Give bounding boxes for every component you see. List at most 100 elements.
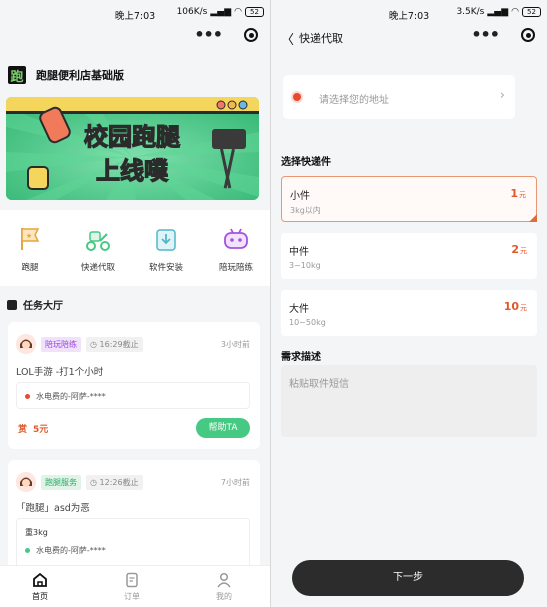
section-title-description: 需求描述 bbox=[281, 352, 321, 363]
banner-title-line2: 上线噗 bbox=[96, 157, 169, 185]
task-card[interactable]: 跑腿服务 ◷ 12:26截止 7小时前 「跑腿」asd为恶 重3kg 水电费的-… bbox=[8, 460, 260, 580]
scooter-icon bbox=[68, 226, 128, 252]
section-title-parcel-type: 选择快递件 bbox=[281, 157, 331, 168]
help-ta-button[interactable]: 帮助TA bbox=[196, 418, 250, 438]
next-step-button[interactable]: 下一步 bbox=[292, 560, 524, 596]
avatar bbox=[16, 472, 36, 492]
more-icon[interactable]: ••• bbox=[471, 27, 500, 43]
task-time-ago: 3小时前 bbox=[220, 340, 250, 349]
option-name: 大件 bbox=[289, 304, 309, 315]
express-pickup-screen: 晚上7:03 3.5K/s ▂▄▆ ◠ 52 〈 快递代取 ••• 请选择您的地… bbox=[271, 0, 547, 607]
home-screen: 晚上7:03 106K/s ▂▄▆ ◠ 52 ••• 跑 跑腿便利店基础版 校园… bbox=[0, 0, 270, 607]
close-target-icon[interactable] bbox=[521, 28, 535, 42]
option-price-value: 1 bbox=[510, 187, 518, 200]
option-price: 10元 bbox=[504, 300, 527, 313]
close-target-icon[interactable] bbox=[244, 28, 258, 42]
option-name: 小件 bbox=[290, 191, 310, 202]
tab-home[interactable]: 首页 bbox=[10, 572, 70, 602]
back-arrow-icon[interactable]: 〈 bbox=[281, 29, 294, 48]
option-price-unit: 元 bbox=[519, 191, 526, 199]
tab-label: 订单 bbox=[124, 592, 140, 601]
task-time-ago: 7小时前 bbox=[220, 478, 250, 487]
brand-logo: 跑 bbox=[8, 66, 26, 85]
brand-name: 跑腿便利店基础版 bbox=[36, 69, 124, 82]
more-icon[interactable]: ••• bbox=[194, 27, 223, 43]
quick-action-gaming[interactable]: 陪玩陪练 bbox=[206, 226, 266, 273]
task-reward: 赏 5元 bbox=[18, 422, 48, 435]
net-speed: 106K/s bbox=[176, 7, 208, 17]
svg-text:★: ★ bbox=[26, 232, 32, 240]
deadline-text: 16:29截止 bbox=[99, 339, 139, 349]
quick-action-install[interactable]: 软件安装 bbox=[136, 226, 196, 273]
battery-icon: 52 bbox=[522, 7, 541, 17]
option-price-unit: 元 bbox=[520, 247, 527, 255]
page-title: 快递代取 bbox=[299, 32, 343, 45]
option-name: 中件 bbox=[289, 247, 309, 258]
pickup-dot-icon bbox=[25, 394, 30, 399]
status-indicators: 3.5K/s ▂▄▆ ◠ 52 bbox=[456, 7, 541, 17]
task-title: 「跑腿」asd为恶 bbox=[16, 503, 90, 514]
task-category-tag: 跑腿服务 bbox=[41, 474, 81, 490]
parcel-option-small[interactable]: 小件 3kg以内 1元 bbox=[281, 176, 537, 222]
tab-orders[interactable]: 订单 bbox=[102, 572, 162, 602]
download-icon bbox=[136, 226, 196, 252]
option-price: 2元 bbox=[511, 243, 527, 256]
option-price-value: 2 bbox=[511, 243, 519, 256]
option-desc: 3kg以内 bbox=[290, 206, 321, 215]
task-address-row: 水电费的-阿萨-**** bbox=[25, 545, 106, 556]
quick-action-label: 软件安装 bbox=[148, 263, 183, 273]
brand-header: 跑 跑腿便利店基础版 bbox=[8, 66, 124, 85]
wifi-icon: ◠ bbox=[234, 7, 242, 17]
task-hall-title: 任务大厅 bbox=[23, 301, 63, 312]
task-address: 水电费的-阿萨-**** bbox=[36, 392, 106, 401]
task-weight: 重3kg bbox=[25, 528, 48, 537]
task-address-row: 水电费的-阿萨-**** bbox=[25, 391, 106, 402]
reward-amount: 5元 bbox=[33, 425, 49, 435]
status-indicators: 106K/s ▂▄▆ ◠ 52 bbox=[177, 7, 264, 17]
signal-icon: ▂▄▆ bbox=[210, 7, 232, 17]
promo-banner[interactable]: 校园跑腿 上线噗 bbox=[6, 97, 259, 200]
flag-icon: ★ bbox=[0, 226, 60, 252]
bottom-tabbar: 首页 订单 我的 bbox=[0, 565, 270, 607]
address-selector[interactable]: 请选择您的地址 › bbox=[283, 75, 515, 119]
option-price-unit: 元 bbox=[520, 304, 527, 312]
location-dot-icon bbox=[293, 93, 301, 101]
task-card-header: 陪玩陪练 ◷ 16:29截止 bbox=[16, 334, 143, 354]
reward-prefix: 赏 bbox=[18, 425, 28, 435]
quick-action-errand[interactable]: ★ 跑腿 bbox=[0, 226, 60, 273]
task-address: 水电费的-阿萨-**** bbox=[36, 546, 106, 555]
order-icon bbox=[102, 572, 162, 588]
task-card[interactable]: 陪玩陪练 ◷ 16:29截止 3小时前 LOL手游 -打1个小时 水电费的-阿萨… bbox=[8, 322, 260, 449]
net-speed: 3.5K/s bbox=[456, 7, 485, 17]
miniprogram-capsule: ••• bbox=[194, 27, 258, 43]
sms-description-textarea[interactable]: 粘贴取件短信 bbox=[281, 365, 537, 437]
banner-title-line1: 校园跑腿 bbox=[84, 123, 180, 151]
banner-illustration: 校园跑腿 上线噗 bbox=[6, 97, 259, 200]
option-desc: 10~50kg bbox=[289, 318, 326, 327]
option-desc: 3~10kg bbox=[289, 261, 321, 270]
quick-action-express[interactable]: 快递代取 bbox=[68, 226, 128, 273]
parcel-option-medium[interactable]: 中件 3~10kg 2元 bbox=[281, 233, 537, 279]
tab-label: 我的 bbox=[216, 592, 232, 601]
deadline-tag: ◷ 12:26截止 bbox=[86, 474, 143, 490]
quick-action-label: 快递代取 bbox=[80, 263, 115, 273]
list-icon bbox=[7, 299, 17, 310]
status-bar: 晚上7:03 3.5K/s ▂▄▆ ◠ 52 bbox=[271, 0, 547, 24]
option-price-value: 10 bbox=[503, 300, 519, 313]
signal-icon: ▂▄▆ bbox=[487, 7, 509, 17]
chevron-right-icon: › bbox=[499, 88, 505, 103]
selected-check-icon bbox=[529, 214, 537, 222]
battery-icon: 52 bbox=[245, 7, 264, 17]
parcel-option-large[interactable]: 大件 10~50kg 10元 bbox=[281, 290, 537, 336]
tab-label: 首页 bbox=[32, 592, 48, 601]
option-price: 1元 bbox=[510, 187, 526, 200]
tab-mine[interactable]: 我的 bbox=[194, 572, 254, 602]
gamepad-icon bbox=[206, 226, 266, 252]
deadline-text: 12:26截止 bbox=[99, 477, 139, 487]
pickup-dot-icon bbox=[25, 548, 30, 553]
miniprogram-capsule: ••• bbox=[471, 27, 535, 43]
deadline-tag: ◷ 16:29截止 bbox=[86, 336, 143, 352]
task-title: LOL手游 -打1个小时 bbox=[16, 367, 104, 378]
quick-action-label: 跑腿 bbox=[21, 263, 39, 273]
home-icon bbox=[10, 572, 70, 588]
